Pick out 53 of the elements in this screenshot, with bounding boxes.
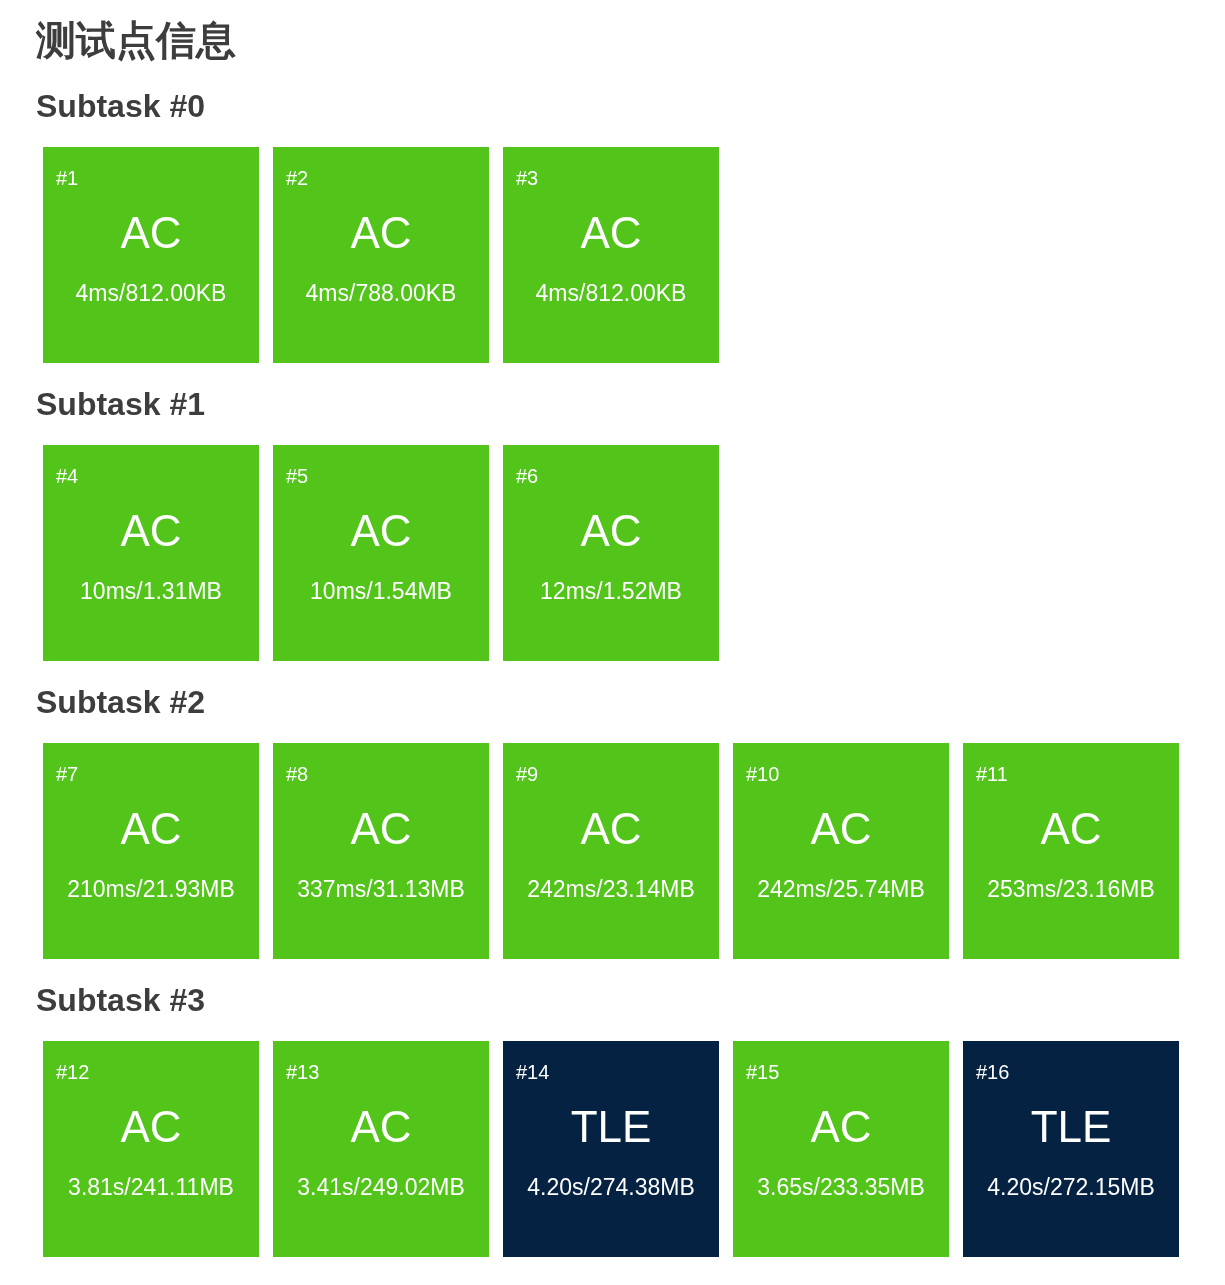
verdict-label: AC — [120, 207, 182, 259]
time-memory-stats: 10ms/1.31MB — [80, 577, 222, 606]
time-memory-stats: 4ms/788.00KB — [305, 279, 457, 308]
subtask-heading: Subtask #1 — [36, 385, 205, 424]
verdict-label: AC — [120, 803, 182, 855]
case-number: #16 — [976, 1060, 1010, 1084]
verdict-label: AC — [350, 803, 412, 855]
case-number: #11 — [976, 762, 1008, 786]
subtask-heading: Subtask #2 — [36, 683, 205, 722]
verdict-label: AC — [1040, 803, 1102, 855]
verdict-label: AC — [580, 505, 642, 557]
case-number: #1 — [56, 166, 79, 190]
time-memory-stats: 3.81s/241.11MB — [68, 1173, 234, 1202]
time-memory-stats: 210ms/21.93MB — [67, 875, 235, 904]
case-number: #8 — [286, 762, 309, 786]
time-memory-stats: 4ms/812.00KB — [75, 279, 227, 308]
time-memory-stats: 10ms/1.54MB — [310, 577, 452, 606]
verdict-label: AC — [810, 803, 872, 855]
verdict-label: AC — [350, 1101, 412, 1153]
verdict-label: AC — [350, 505, 412, 557]
verdict-label: AC — [350, 207, 412, 259]
subtask-heading: Subtask #3 — [36, 981, 205, 1020]
verdict-label: AC — [120, 505, 182, 557]
time-memory-stats: 3.41s/249.02MB — [297, 1173, 465, 1202]
case-number: #10 — [746, 762, 780, 786]
case-number: #5 — [286, 464, 309, 488]
verdict-label: AC — [120, 1101, 182, 1153]
time-memory-stats: 4ms/812.00KB — [535, 279, 687, 308]
time-memory-stats: 242ms/25.74MB — [757, 875, 925, 904]
case-number: #3 — [516, 166, 539, 190]
verdict-label: TLE — [570, 1101, 652, 1153]
subtask-heading: Subtask #0 — [36, 87, 205, 126]
case-number: #14 — [516, 1060, 550, 1084]
case-number: #4 — [56, 464, 79, 488]
verdict-label: AC — [810, 1101, 872, 1153]
verdict-label: TLE — [1030, 1101, 1112, 1153]
case-number: #2 — [286, 166, 309, 190]
page-title: 测试点信息 — [36, 17, 236, 64]
case-number: #7 — [56, 762, 79, 786]
time-memory-stats: 12ms/1.52MB — [540, 577, 682, 606]
case-number: #9 — [516, 762, 539, 786]
verdict-label: AC — [580, 207, 642, 259]
time-memory-stats: 4.20s/274.38MB — [527, 1173, 695, 1202]
case-number: #13 — [286, 1060, 320, 1084]
time-memory-stats: 4.20s/272.15MB — [987, 1173, 1155, 1202]
verdict-label: AC — [580, 803, 642, 855]
case-number: #12 — [56, 1060, 90, 1084]
time-memory-stats: 3.65s/233.35MB — [757, 1173, 925, 1202]
case-number: #15 — [746, 1060, 780, 1084]
time-memory-stats: 337ms/31.13MB — [297, 875, 465, 904]
time-memory-stats: 253ms/23.16MB — [987, 875, 1155, 904]
time-memory-stats: 242ms/23.14MB — [527, 875, 695, 904]
case-number: #6 — [516, 464, 539, 488]
